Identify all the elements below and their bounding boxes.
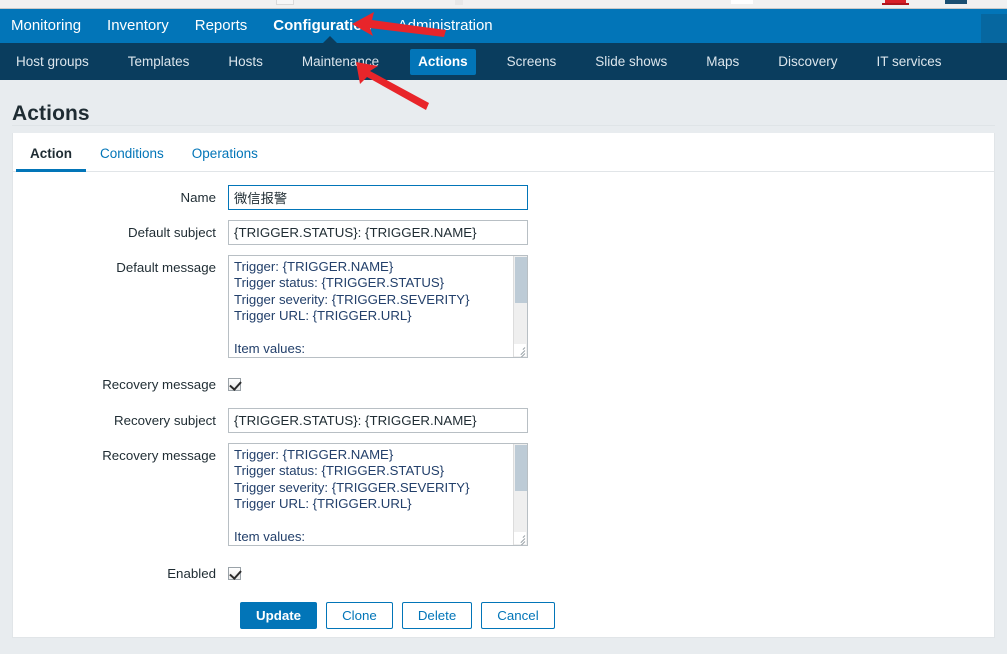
browser-chrome-strip	[0, 0, 1007, 9]
recovery-message-toggle-label: Recovery message	[102, 377, 216, 392]
title-divider	[12, 125, 995, 126]
recovery-message-text: Trigger: {TRIGGER.NAME} Trigger status: …	[234, 447, 470, 545]
sub-nav-item-it-services[interactable]: IT services	[869, 49, 950, 75]
recovery-message-label: Recovery message	[102, 448, 216, 463]
action-form: Name Default subject Default message Tri…	[13, 172, 994, 629]
enabled-checkbox[interactable]	[228, 567, 241, 580]
tab-conditions[interactable]: Conditions	[86, 147, 178, 171]
page-title: Actions	[12, 102, 90, 126]
tab-action[interactable]: Action	[16, 147, 86, 172]
default-message-textarea[interactable]: Trigger: {TRIGGER.NAME} Trigger status: …	[228, 255, 528, 358]
form-tabs: Action Conditions Operations	[13, 133, 994, 172]
default-message-label: Default message	[116, 260, 216, 275]
recovery-subject-label: Recovery subject	[114, 413, 216, 428]
sub-nav-item-maps[interactable]: Maps	[698, 49, 747, 75]
sub-nav-item-screens[interactable]: Screens	[499, 49, 565, 75]
cancel-button[interactable]: Cancel	[481, 602, 555, 629]
name-input[interactable]	[228, 185, 528, 210]
scrollbar-thumb[interactable]	[515, 257, 527, 303]
sub-nav-item-actions[interactable]: Actions	[410, 48, 476, 75]
sub-nav-item-hosts[interactable]: Hosts	[220, 49, 271, 75]
main-navigation: Monitoring Inventory Reports Configuration A…	[0, 9, 1007, 43]
recovery-subject-input[interactable]	[228, 408, 528, 433]
sub-nav-item-maintenance[interactable]: Maintenance	[294, 49, 387, 75]
sub-nav-item-host-groups[interactable]: Host groups	[8, 49, 97, 75]
form-row-recovery-subject: Recovery subject	[13, 408, 994, 433]
zabbix-actions-page: Monitoring Inventory Reports Configuration A…	[0, 0, 1007, 654]
tab-operations[interactable]: Operations	[178, 147, 272, 171]
main-nav-item-administration[interactable]: Administration	[398, 9, 493, 43]
recovery-message-scrollbar[interactable]	[513, 444, 527, 545]
resize-grip-icon[interactable]	[514, 532, 526, 545]
sub-nav-item-discovery[interactable]: Discovery	[770, 49, 845, 75]
form-row-recovery-message: Recovery message Trigger: {TRIGGER.NAME}…	[13, 443, 994, 546]
chrome-fragment	[731, 0, 753, 4]
form-row-name: Name	[13, 185, 994, 210]
update-button[interactable]: Update	[240, 602, 318, 629]
sub-navigation: Host groups Templates Hosts Maintenance Acti…	[0, 43, 1007, 80]
recovery-message-checkbox[interactable]	[228, 378, 241, 391]
scrollbar-thumb[interactable]	[515, 445, 527, 491]
default-message-text: Trigger: {TRIGGER.NAME} Trigger status: …	[234, 259, 470, 357]
delete-button[interactable]: Delete	[401, 602, 473, 629]
default-subject-label: Default subject	[128, 225, 216, 240]
chrome-fragment	[276, 0, 294, 5]
form-row-enabled: Enabled	[13, 561, 994, 586]
sub-nav-item-templates[interactable]: Templates	[120, 49, 198, 75]
form-row-default-subject: Default subject	[13, 220, 994, 245]
resize-grip-icon[interactable]	[514, 344, 526, 357]
enabled-label: Enabled	[167, 566, 216, 581]
name-label: Name	[180, 190, 216, 205]
chrome-fragment	[882, 3, 909, 5]
form-row-recovery-message-toggle: Recovery message	[13, 372, 994, 397]
recovery-message-textarea[interactable]: Trigger: {TRIGGER.NAME} Trigger status: …	[228, 443, 528, 546]
clone-button[interactable]: Clone	[326, 602, 393, 629]
main-nav-item-inventory[interactable]: Inventory	[107, 9, 169, 43]
form-actions: Update Clone Delete Cancel	[13, 602, 994, 629]
form-row-default-message: Default message Trigger: {TRIGGER.NAME} …	[13, 255, 994, 358]
default-subject-input[interactable]	[228, 220, 528, 245]
active-menu-caret-icon	[322, 36, 338, 44]
main-nav-item-reports[interactable]: Reports	[195, 9, 248, 43]
action-form-panel: ActionConditionsOperations Name Default …	[12, 133, 995, 638]
chrome-fragment	[455, 0, 463, 5]
default-message-scrollbar[interactable]	[513, 256, 527, 357]
main-nav-item-monitoring[interactable]: Monitoring	[11, 9, 81, 43]
sub-nav-item-slide-shows[interactable]: Slide shows	[587, 49, 675, 75]
user-menu-button[interactable]	[981, 14, 1007, 43]
chrome-fragment	[945, 0, 967, 4]
